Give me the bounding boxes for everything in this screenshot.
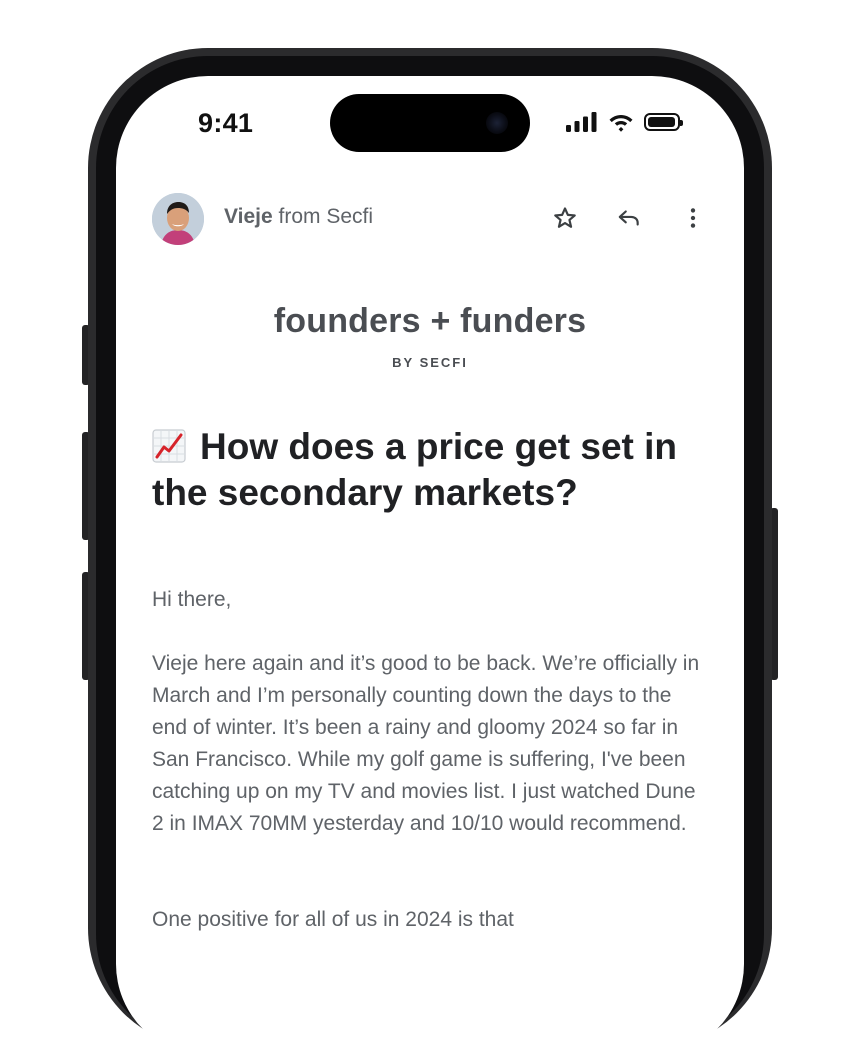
body-paragraph-2: One positive for all of us in 2024 is th… (152, 908, 514, 931)
sender-org: from Secfi (272, 205, 374, 228)
article-headline: How does a price get set in the secondar… (152, 424, 712, 516)
email-header: Vieje from Secfi (152, 193, 712, 245)
star-icon (554, 207, 576, 228)
status-time: 9:41 (198, 108, 254, 138)
greeting-text: Hi there, (152, 588, 232, 611)
more-vert-icon (690, 208, 696, 228)
reply-icon (618, 210, 639, 226)
dynamic-island (330, 94, 530, 152)
status-icons (566, 110, 683, 134)
sender-avatar[interactable] (152, 193, 204, 245)
battery-icon (644, 113, 683, 131)
wifi-icon (609, 115, 633, 132)
newsletter-title: founders + funders (273, 302, 587, 340)
cellular-signal-icon (566, 112, 597, 132)
chart-increasing-icon (152, 429, 186, 463)
newsletter-subtitle: BY SECFI (392, 355, 468, 370)
headline-text: How does a price get set in the secondar… (152, 426, 678, 513)
reply-button[interactable] (612, 201, 646, 235)
phone-screen: 9:41 Vieje from Secfi founders + funders… (116, 76, 744, 1056)
body-paragraph-1: Vieje here again and it’s good to be bac… (152, 652, 700, 835)
front-camera (486, 112, 508, 134)
star-button[interactable] (548, 201, 582, 235)
sender-name: Vieje (224, 205, 273, 228)
sender-line: Vieje from Secfi (224, 205, 373, 229)
avatar-portrait (152, 193, 204, 245)
more-options-button[interactable] (676, 201, 710, 235)
